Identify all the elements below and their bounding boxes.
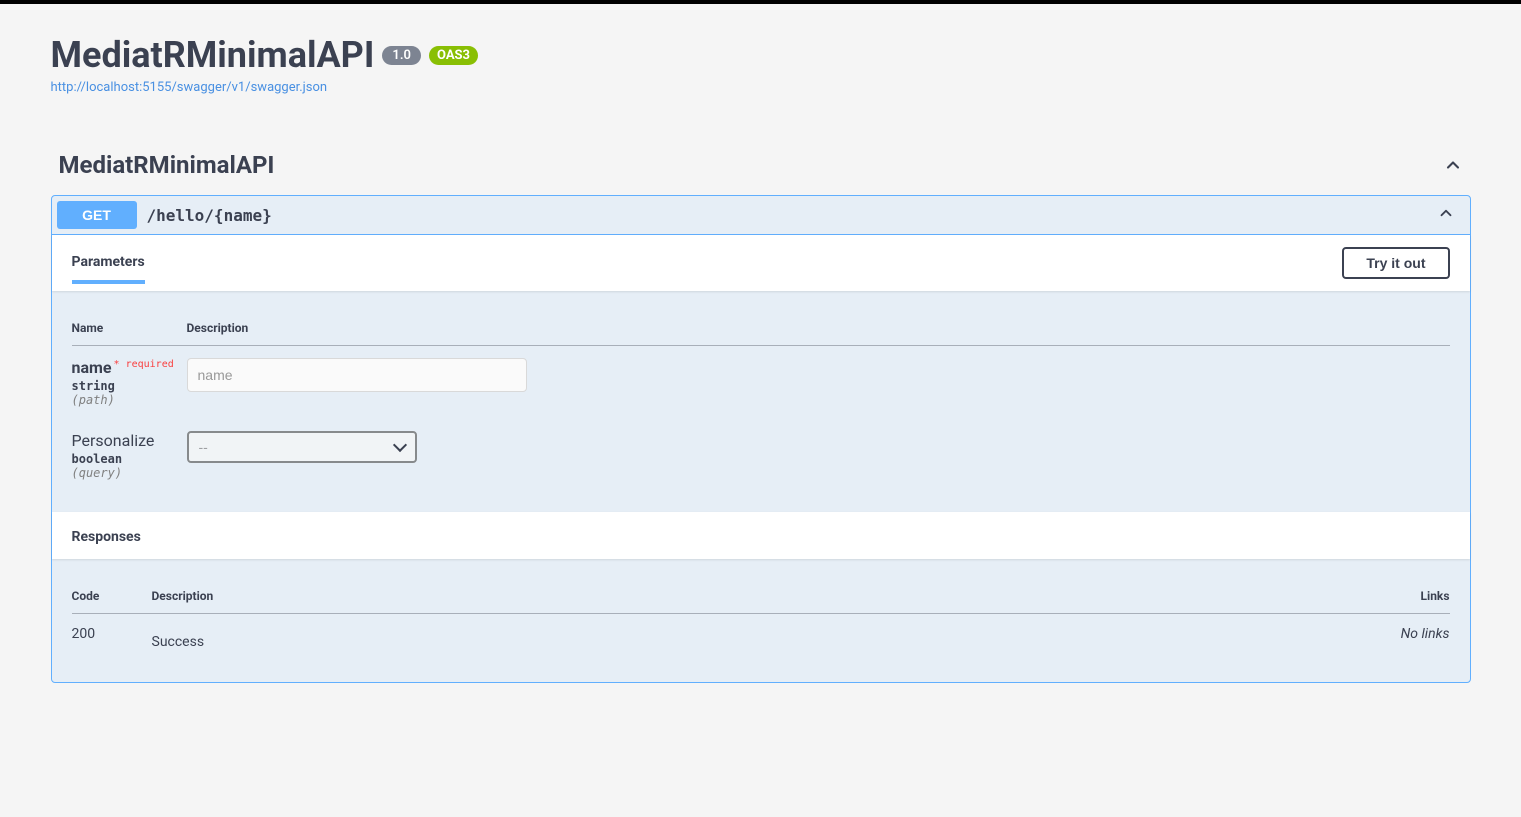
version-badge: 1.0	[382, 46, 421, 65]
param-input-name[interactable]	[187, 358, 527, 392]
col-header-description: Description	[187, 311, 1450, 346]
response-row: 200 Success No links	[72, 614, 1450, 663]
col-header-desc: Description	[152, 579, 877, 614]
spec-link[interactable]: http://localhost:5155/swagger/v1/swagger…	[51, 80, 328, 95]
http-method-badge: GET	[57, 201, 137, 229]
chevron-up-icon	[1443, 155, 1463, 175]
param-name: Personalize	[72, 431, 187, 450]
tag-header[interactable]: MediatRMinimalAPI	[51, 145, 1471, 185]
responses-header: Responses	[52, 512, 1470, 559]
response-links: No links	[876, 614, 1449, 663]
operation-block-get: GET /hello/{name} Parameters Try it out …	[51, 195, 1471, 683]
api-header: MediatRMinimalAPI 1.0 OAS3 http://localh…	[51, 34, 1471, 95]
api-title: MediatRMinimalAPI	[51, 34, 375, 76]
try-it-out-button[interactable]: Try it out	[1342, 247, 1449, 279]
response-code: 200	[72, 614, 152, 663]
param-in: (query)	[72, 466, 187, 480]
chevron-up-icon	[1427, 204, 1465, 226]
parameters-tab[interactable]: Parameters	[72, 254, 145, 284]
response-description: Success	[152, 614, 877, 663]
operation-summary[interactable]: GET /hello/{name}	[52, 196, 1470, 235]
required-indicator: * required	[112, 359, 174, 370]
param-type: boolean	[72, 452, 187, 466]
responses-table: Code Description Links 200 Success No li…	[72, 579, 1450, 662]
col-header-code: Code	[72, 579, 152, 614]
param-name: name	[72, 358, 112, 377]
param-select-personalize[interactable]: --	[187, 431, 417, 463]
tag-name: MediatRMinimalAPI	[59, 151, 275, 179]
parameter-row: Personalize boolean (query) --	[72, 419, 1450, 492]
col-header-links: Links	[876, 579, 1449, 614]
operation-path: /hello/{name}	[137, 206, 1427, 225]
param-in: (path)	[72, 393, 187, 407]
tag-section: MediatRMinimalAPI GET /hello/{name} Para…	[51, 145, 1471, 683]
col-header-name: Name	[72, 311, 187, 346]
parameters-table: Name Description name* required str	[72, 311, 1450, 492]
responses-heading: Responses	[72, 529, 141, 545]
parameter-row: name* required string (path)	[72, 346, 1450, 420]
param-type: string	[72, 379, 187, 393]
parameters-header: Parameters Try it out	[52, 235, 1470, 291]
oas-badge: OAS3	[429, 46, 478, 65]
